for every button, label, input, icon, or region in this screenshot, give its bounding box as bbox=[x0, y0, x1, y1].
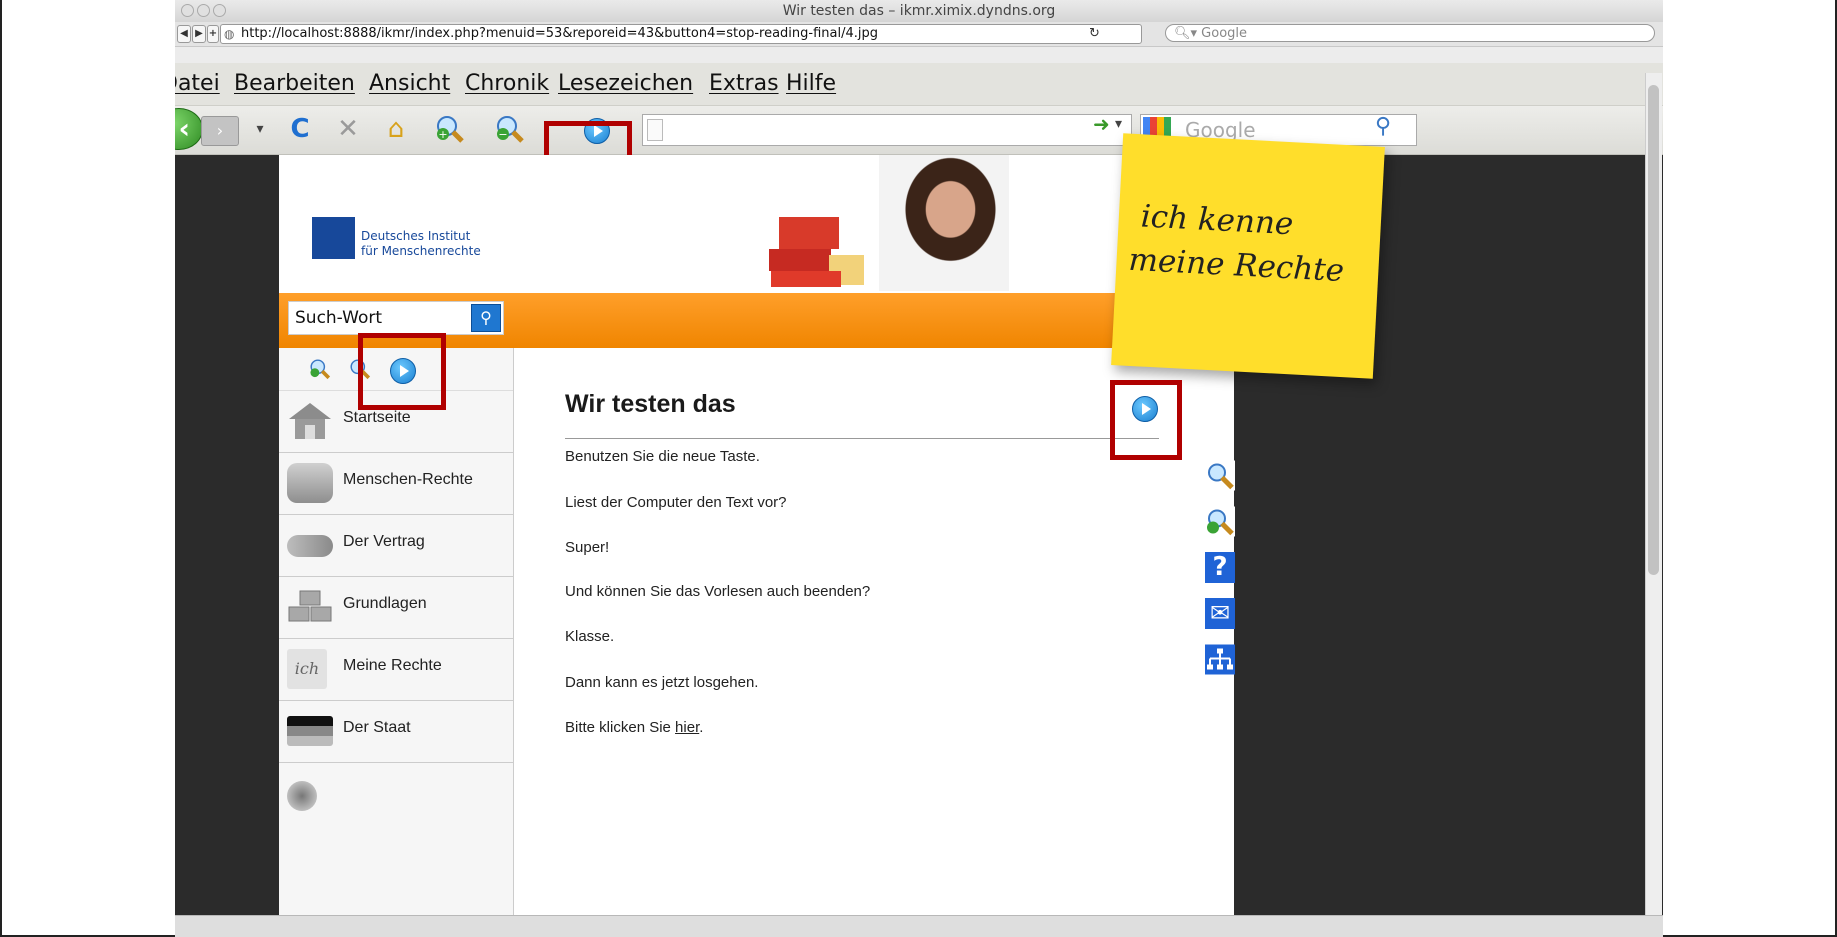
sidebar-item-label: Meine Rechte bbox=[343, 657, 442, 674]
menu-datei[interactable]: Datei bbox=[175, 71, 220, 96]
back-small-button[interactable]: ◀ bbox=[177, 25, 191, 43]
reload-icon[interactable]: ↻ bbox=[1089, 25, 1100, 43]
zoom-in-icon[interactable]: + bbox=[435, 114, 465, 144]
search-field[interactable]: 🔍︎▾ Google bbox=[1165, 24, 1655, 42]
search-magnifier-icon[interactable]: ⚲ bbox=[1375, 114, 1391, 139]
books-image bbox=[769, 217, 864, 287]
toolbar: ‹ › ▾ C ✕ ⌂ + − ➜ ▾ Google ⚲ bbox=[175, 106, 1663, 155]
paragraph-with-link: Bitte klicken Sie hier. bbox=[565, 719, 704, 736]
sticky-note: ich kenne meine Rechte bbox=[1111, 133, 1385, 379]
partial-icon bbox=[287, 781, 317, 811]
location-dropdown-icon[interactable]: ▾ bbox=[1115, 116, 1122, 132]
title-divider bbox=[565, 438, 1159, 439]
flag-icon bbox=[287, 716, 333, 746]
sitemap-icon[interactable] bbox=[1205, 644, 1235, 675]
paragraph: Benutzen Sie die neue Taste. bbox=[565, 448, 760, 465]
svg-text:−: − bbox=[498, 128, 507, 141]
zoom-in-icon[interactable] bbox=[309, 358, 331, 380]
house-icon bbox=[289, 403, 331, 439]
person-photo bbox=[879, 155, 1009, 291]
address-text: http://localhost:8888/ikmr/index.php?men… bbox=[241, 26, 879, 41]
browser-window: Wir testen das – ikmr.ximix.dyndns.org ◀… bbox=[175, 0, 1663, 937]
search-small-icon: 🔍︎▾ bbox=[1174, 26, 1202, 41]
scrollbar-thumb[interactable] bbox=[1648, 85, 1659, 575]
sidebar-item-label: Menschen-Rechte bbox=[343, 471, 473, 488]
search-placeholder: Google bbox=[1201, 26, 1248, 41]
home-icon[interactable]: ⌂ bbox=[381, 114, 411, 144]
vertical-scrollbar[interactable] bbox=[1645, 73, 1662, 937]
sticky-note-text: ich kenne meine Rechte bbox=[1127, 198, 1345, 290]
paragraph: Super! bbox=[565, 539, 610, 556]
stop-icon[interactable]: ✕ bbox=[333, 114, 363, 144]
page-viewport: Deutsches Institut für Menschenrechte ic… bbox=[175, 133, 1663, 937]
site-search-field[interactable]: Such-Wort ⚲ bbox=[288, 301, 504, 335]
zoom-in-icon[interactable] bbox=[1205, 506, 1235, 537]
location-field[interactable] bbox=[642, 114, 1132, 146]
mail-icon[interactable]: ✉ bbox=[1205, 598, 1235, 629]
institute-logo-text: Deutsches Institut für Menschenrechte bbox=[361, 229, 481, 258]
zoom-out-icon[interactable]: − bbox=[495, 114, 525, 144]
forward-button[interactable]: › bbox=[201, 116, 239, 146]
url-row: ◀ ▶ + ◍ http://localhost:8888/ikmr/index… bbox=[175, 22, 1663, 47]
go-arrow-icon[interactable]: ➜ bbox=[1093, 112, 1110, 136]
sidebar-item-label: Startseite bbox=[343, 409, 411, 426]
svg-text:+: + bbox=[438, 128, 447, 141]
hier-link[interactable]: hier bbox=[675, 719, 699, 736]
paragraph: Liest der Computer den Text vor? bbox=[565, 494, 787, 511]
sidebar-item-menschen-rechte[interactable]: Menschen-Rechte bbox=[279, 453, 513, 515]
zoom-out-icon[interactable] bbox=[1205, 460, 1235, 491]
sidebar-item-meine-rechte[interactable]: ich Meine Rechte bbox=[279, 639, 513, 701]
reload-icon[interactable]: C bbox=[285, 114, 315, 144]
handshake-icon bbox=[287, 535, 333, 557]
menu-bar: Datei Bearbeiten Ansicht Chronik Lesezei… bbox=[175, 63, 1663, 106]
page-icon bbox=[647, 119, 663, 141]
new-tab-button[interactable]: + bbox=[207, 25, 219, 43]
menu-extras[interactable]: Extras bbox=[709, 71, 779, 96]
page-title: Wir testen das bbox=[565, 390, 736, 418]
menu-hilfe[interactable]: Hilfe bbox=[786, 71, 836, 96]
menu-ansicht[interactable]: Ansicht bbox=[369, 71, 450, 96]
sidebar-item-grundlagen[interactable]: Grundlagen bbox=[279, 577, 513, 639]
sidebar-item-label: Der Vertrag bbox=[343, 533, 425, 550]
globe-icon: ◍ bbox=[224, 27, 235, 41]
sidebar-item-label: Der Staat bbox=[343, 719, 411, 736]
ich-icon: ich bbox=[287, 649, 327, 689]
highlight-box-content bbox=[1110, 380, 1182, 460]
institute-logo-mark bbox=[312, 217, 355, 259]
menu-lesezeichen[interactable]: Lesezeichen bbox=[558, 71, 693, 96]
paragraph: Klasse. bbox=[565, 628, 615, 645]
address-bar[interactable]: ◍ http://localhost:8888/ikmr/index.php?m… bbox=[220, 24, 1142, 44]
highlight-box-sidebar bbox=[358, 333, 446, 410]
window-title: Wir testen das – ikmr.ximix.dyndns.org bbox=[782, 3, 1056, 19]
paragraph: Dann kann es jetzt losgehen. bbox=[565, 674, 759, 691]
sidebar: Startseite Menschen-Rechte Der Vertrag G… bbox=[279, 348, 514, 937]
paragraph: Und können Sie das Vorlesen auch beenden… bbox=[565, 583, 871, 600]
menu-bearbeiten[interactable]: Bearbeiten bbox=[234, 71, 355, 96]
back-button[interactable]: ‹ bbox=[175, 108, 203, 150]
status-bar bbox=[175, 915, 1663, 937]
sidebar-item-der-vertrag[interactable]: Der Vertrag bbox=[279, 515, 513, 577]
site-container: Deutsches Institut für Menschenrechte ic… bbox=[279, 133, 1385, 937]
sidebar-item-partial[interactable] bbox=[279, 763, 513, 824]
site-search-label: Such-Wort bbox=[295, 308, 383, 328]
help-icon[interactable]: ? bbox=[1205, 552, 1235, 583]
blocks-icon bbox=[288, 590, 332, 622]
title-bar: Wir testen das – ikmr.ximix.dyndns.org bbox=[175, 0, 1663, 23]
sidebar-item-der-staat[interactable]: Der Staat bbox=[279, 701, 513, 763]
menu-chronik[interactable]: Chronik bbox=[465, 71, 549, 96]
history-dropdown-icon[interactable]: ▾ bbox=[245, 114, 275, 144]
site-search-button[interactable]: ⚲ bbox=[471, 304, 501, 332]
people-icon bbox=[287, 463, 333, 503]
forward-small-button[interactable]: ▶ bbox=[192, 25, 206, 43]
sidebar-item-label: Grundlagen bbox=[343, 595, 427, 612]
